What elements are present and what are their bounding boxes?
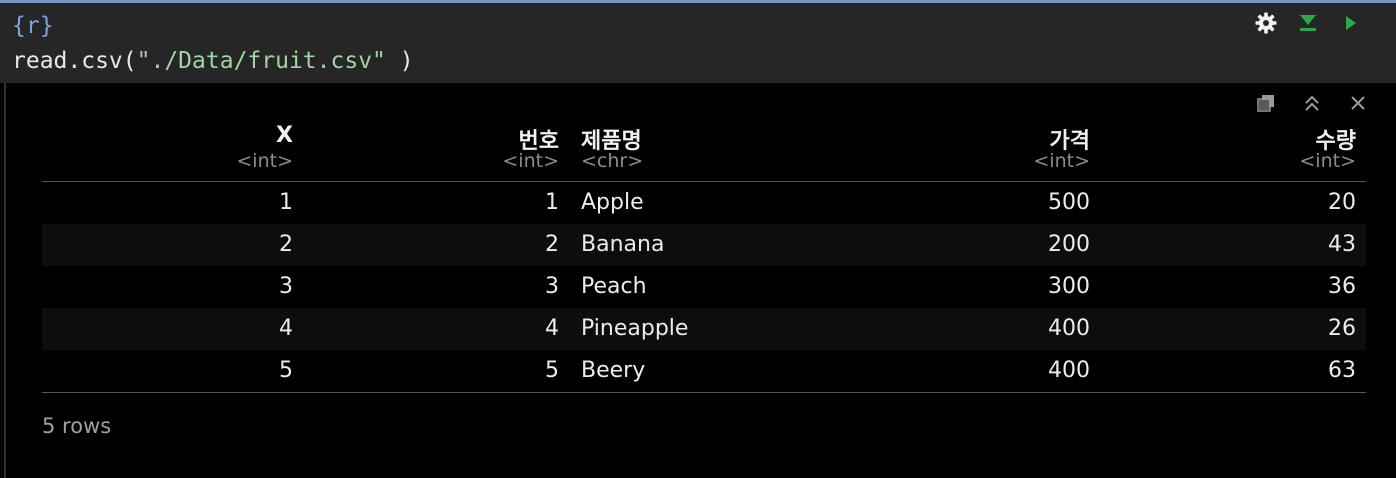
output-toolbar	[1256, 93, 1368, 113]
table-row: 2 2 Banana 200 43	[42, 224, 1366, 266]
code-chunk-editor[interactable]: {r} read.csv("./Data/fruit.csv" )	[0, 0, 1396, 83]
table-cell: Beery	[581, 358, 646, 383]
table-row: 1 1 Apple 500 20	[42, 182, 1366, 224]
close-icon[interactable]	[1348, 93, 1368, 113]
table-cell: Apple	[581, 190, 644, 215]
table-row: 3 3 Peach 300 36	[42, 266, 1366, 308]
table-cell: 400	[1048, 316, 1090, 341]
table-cell: 1	[279, 190, 293, 215]
play-icon[interactable]	[1338, 11, 1362, 35]
chunk-output: X <int> 번호 <int> 제품명 <chr> 가격 <int> 수량 <…	[4, 83, 1396, 478]
function-name: read.csv	[12, 48, 123, 74]
gear-icon[interactable]	[1254, 11, 1278, 35]
table-header: X <int> 번호 <int> 제품명 <chr> 가격 <int> 수량 <…	[42, 113, 1366, 182]
column-type: <chr>	[581, 150, 644, 172]
table-cell: Peach	[581, 274, 647, 299]
column-header[interactable]: X	[276, 123, 293, 148]
chunk-toolbar	[1254, 11, 1362, 35]
column-type: <int>	[236, 150, 293, 172]
table-cell: 2	[279, 232, 293, 257]
table-cell: 3	[545, 274, 559, 299]
table-cell: 20	[1328, 190, 1356, 215]
table-cell: 63	[1328, 358, 1356, 383]
table-cell: 500	[1048, 190, 1090, 215]
open-paren: (	[122, 48, 137, 74]
table-cell: 5	[545, 358, 559, 383]
close-paren: )	[385, 48, 414, 74]
table-cell: 3	[279, 274, 293, 299]
table-cell: 5	[279, 358, 293, 383]
string-argument: "./Data/fruit.csv"	[136, 48, 386, 74]
column-type: <int>	[1033, 150, 1090, 172]
table-cell: 26	[1328, 316, 1356, 341]
chevron-double-up-icon[interactable]	[1302, 93, 1322, 113]
table-cell: 4	[545, 316, 559, 341]
table-cell: 36	[1328, 274, 1356, 299]
data-table: X <int> 번호 <int> 제품명 <chr> 가격 <int> 수량 <…	[42, 113, 1366, 393]
table-row: 4 4 Pineapple 400 26	[42, 308, 1366, 350]
row-count: 5 rows	[42, 414, 112, 438]
table-bottom-divider	[42, 392, 1366, 393]
table-cell: Banana	[581, 232, 665, 257]
table-cell: 300	[1048, 274, 1090, 299]
table-cell: 2	[545, 232, 559, 257]
open-in-window-icon[interactable]	[1256, 93, 1276, 113]
table-cell: 400	[1048, 358, 1090, 383]
table-cell: 43	[1328, 232, 1356, 257]
chunk-header: {r}	[12, 13, 54, 39]
table-row: 5 5 Beery 400 63	[42, 350, 1366, 392]
table-cell: 200	[1048, 232, 1090, 257]
column-type: <int>	[502, 150, 559, 172]
run-previous-chunks-icon[interactable]	[1296, 11, 1320, 35]
code-line[interactable]: read.csv("./Data/fruit.csv" )	[12, 47, 414, 75]
column-type: <int>	[1299, 150, 1356, 172]
table-cell: Pineapple	[581, 316, 689, 341]
table-cell: 4	[279, 316, 293, 341]
table-cell: 1	[545, 190, 559, 215]
